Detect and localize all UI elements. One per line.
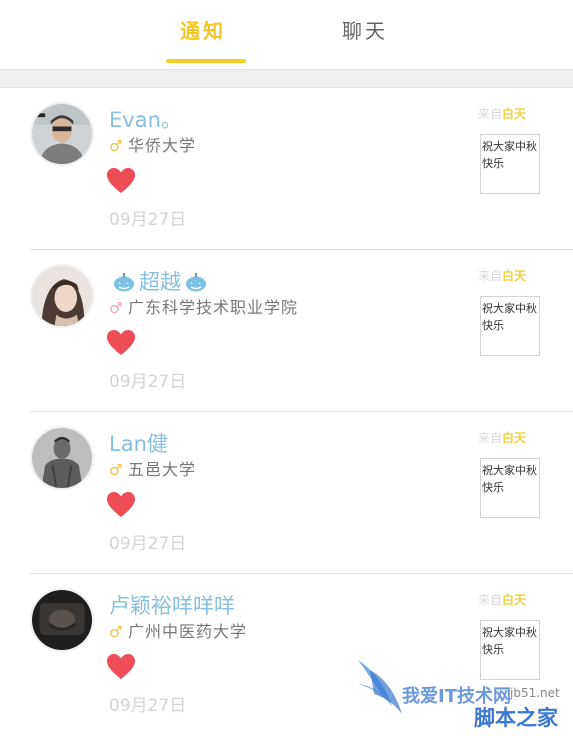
- list-item[interactable]: 超越 ♂ 广东科学技术职业学院 09月27日 来自白天 祝大家中秋快乐: [0, 250, 573, 412]
- male-icon: ♂: [109, 623, 123, 641]
- timestamp: 09月27日: [109, 210, 187, 230]
- source-prefix: 来自: [478, 593, 503, 607]
- timestamp: 09月27日: [109, 534, 187, 554]
- source-label: 来自白天: [478, 431, 526, 445]
- school-name: 五邑大学: [128, 460, 197, 479]
- gender-icon: ♂: [109, 299, 123, 317]
- source-label: 来自白天: [478, 107, 526, 121]
- source-app: 白天: [502, 593, 527, 607]
- source-label: 来自白天: [478, 269, 526, 283]
- notification-list: Evan。 ♂ 华侨大学 09月27日 来自白天 祝大家中秋快乐 超越 ♂ 广东…: [0, 88, 573, 736]
- list-item[interactable]: Evan。 ♂ 华侨大学 09月27日 来自白天 祝大家中秋快乐: [0, 88, 573, 250]
- user-name[interactable]: Lan健: [109, 431, 168, 457]
- avatar[interactable]: [30, 264, 94, 328]
- source-app: 白天: [502, 269, 527, 283]
- timestamp: 09月27日: [109, 372, 187, 392]
- header-divider: [0, 69, 573, 88]
- avatar[interactable]: [30, 588, 94, 652]
- user-name[interactable]: 卢颖裕咩咩咩: [109, 593, 235, 619]
- avatar[interactable]: [30, 426, 94, 490]
- name-row: 超越: [109, 269, 211, 295]
- school-name: 华侨大学: [128, 136, 197, 155]
- source-prefix: 来自: [478, 431, 503, 445]
- tab-notifications[interactable]: 通知: [180, 18, 226, 44]
- post-thumbnail[interactable]: 祝大家中秋快乐: [480, 134, 540, 194]
- post-thumbnail[interactable]: 祝大家中秋快乐: [480, 296, 540, 356]
- heart-icon: [107, 492, 135, 517]
- user-name[interactable]: 超越: [139, 269, 181, 295]
- source-prefix: 来自: [478, 107, 503, 121]
- avatar[interactable]: [30, 102, 94, 166]
- list-item[interactable]: Lan健 ♂ 五邑大学 09月27日 来自白天 祝大家中秋快乐: [0, 412, 573, 574]
- heart-icon: [107, 654, 135, 679]
- heart-icon: [107, 330, 135, 355]
- school-name: 广东科学技术职业学院: [128, 298, 299, 317]
- post-thumbnail[interactable]: 祝大家中秋快乐: [480, 458, 540, 518]
- heart-icon: [107, 168, 135, 193]
- pumpkin-icon: [114, 273, 134, 292]
- pumpkin-icon: [186, 273, 206, 292]
- list-item[interactable]: 卢颖裕咩咩咩 ♂ 广州中医药大学 09月27日 来自白天 祝大家中秋快乐: [0, 574, 573, 736]
- post-thumbnail[interactable]: 祝大家中秋快乐: [480, 620, 540, 680]
- tab-bar: 通知 聊天: [0, 0, 573, 68]
- source-app: 白天: [502, 431, 527, 445]
- male-icon: ♂: [109, 461, 123, 479]
- source-prefix: 来自: [478, 269, 503, 283]
- active-tab-indicator: [166, 59, 246, 63]
- male-icon: ♂: [109, 137, 123, 155]
- source-label: 来自白天: [478, 593, 526, 607]
- tab-chat[interactable]: 聊天: [342, 18, 388, 44]
- timestamp: 09月27日: [109, 696, 187, 716]
- source-app: 白天: [502, 107, 527, 121]
- school-name: 广州中医药大学: [128, 622, 248, 641]
- user-name[interactable]: Evan。: [109, 107, 182, 133]
